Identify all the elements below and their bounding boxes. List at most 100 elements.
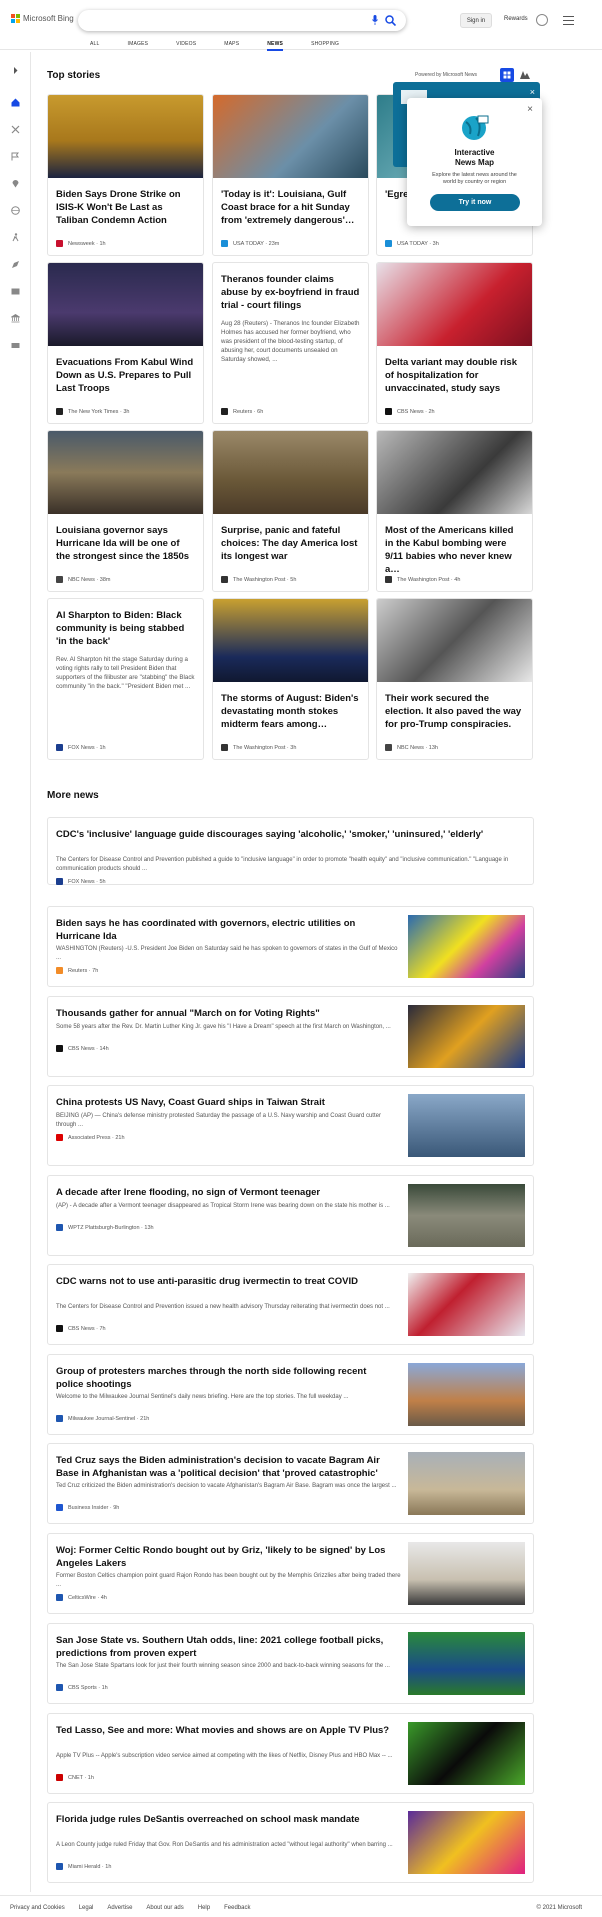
rewards-trophy-icon[interactable] [536,14,548,26]
more-news-item[interactable]: China protests US Navy, Coast Guard ship… [47,1085,534,1166]
news-thumbnail[interactable] [408,1184,525,1247]
expand-chevron-icon[interactable] [11,66,20,75]
more-news-item[interactable]: Ted Lasso, See and more: What movies and… [47,1713,534,1794]
tab-videos[interactable]: VIDEOS [176,41,196,47]
news-thumbnail[interactable] [408,1363,525,1426]
story-title[interactable]: Biden Says Drone Strike on ISIS-K Won't … [48,188,203,227]
try-it-now-button[interactable]: Try it now [430,194,520,211]
tab-news[interactable]: NEWS [267,41,283,51]
story-title[interactable]: Surprise, panic and fateful choices: The… [213,524,368,563]
search-input[interactable] [78,10,406,31]
more-news-item[interactable]: Florida judge rules DeSantis overreached… [47,1802,534,1883]
entertainment-icon[interactable] [11,287,20,296]
news-title[interactable]: Florida judge rules DeSantis overreached… [56,1813,396,1826]
rewards-link[interactable]: Rewards [504,16,528,22]
tab-images[interactable]: IMAGES [128,41,149,47]
story-thumbnail[interactable] [48,263,203,346]
top-story-card[interactable]: 'Today is it': Louisiana, Gulf Coast bra… [212,94,369,256]
flag-icon[interactable] [11,152,20,161]
news-title[interactable]: San Jose State vs. Southern Utah odds, l… [56,1634,396,1660]
footer-link-help[interactable]: Help [198,1905,210,1911]
news-title[interactable]: Ted Lasso, See and more: What movies and… [56,1724,396,1737]
home-icon[interactable] [11,98,20,107]
news-thumbnail[interactable] [408,915,525,978]
story-title[interactable]: Al Sharpton to Biden: Black community is… [48,609,203,648]
story-title[interactable]: Delta variant may double risk of hospita… [377,356,532,395]
top-story-card[interactable]: The storms of August: Biden's devastatin… [212,598,369,760]
search-icon[interactable] [385,15,396,26]
news-title[interactable]: Group of protesters marches through the … [56,1365,396,1391]
rocket-icon[interactable] [11,260,20,269]
sign-in-button[interactable]: Sign in [460,13,492,28]
story-thumbnail[interactable] [213,95,368,178]
money-icon[interactable] [11,341,20,350]
footer-link-legal[interactable]: Legal [79,1905,94,1911]
close-popup-icon[interactable]: × [527,104,533,115]
more-news-item[interactable]: Ted Cruz says the Biden administration's… [47,1443,534,1524]
news-thumbnail[interactable] [408,1452,525,1515]
footer-link-feedback[interactable]: Feedback [224,1905,250,1911]
top-story-card[interactable]: Evacuations From Kabul Wind Down as U.S.… [47,262,204,424]
tab-shopping[interactable]: SHOPPING [311,41,339,47]
story-title[interactable]: Evacuations From Kabul Wind Down as U.S.… [48,356,203,395]
tools-icon[interactable] [11,125,20,134]
more-news-item[interactable]: A decade after Irene flooding, no sign o… [47,1175,534,1256]
bing-logo[interactable]: Microsoft Bing [11,14,74,23]
top-story-card[interactable]: Louisiana governor says Hurricane Ida wi… [47,430,204,592]
top-story-card[interactable]: Theranos founder claims abuse by ex-boyf… [212,262,369,424]
footer-link-privacy[interactable]: Privacy and Cookies [10,1905,65,1911]
microphone-icon[interactable] [372,15,378,25]
more-news-item[interactable]: CDC warns not to use anti-parasitic drug… [47,1264,534,1345]
news-title[interactable]: Woj: Former Celtic Rondo bought out by G… [56,1544,396,1570]
news-title[interactable]: Biden says he has coordinated with gover… [56,917,396,943]
news-title[interactable]: A decade after Irene flooding, no sign o… [56,1186,396,1199]
tab-all[interactable]: ALL [90,41,100,47]
story-title[interactable]: 'Today is it': Louisiana, Gulf Coast bra… [213,188,368,227]
news-thumbnail[interactable] [408,1811,525,1874]
story-title[interactable]: Theranos founder claims abuse by ex-boyf… [213,273,368,312]
story-title[interactable]: The storms of August: Biden's devastatin… [213,692,368,731]
more-news-item[interactable]: CDC's 'inclusive' language guide discour… [47,817,534,885]
news-thumbnail[interactable] [408,1273,525,1336]
globe-icon[interactable] [11,206,20,215]
top-story-card[interactable]: Their work secured the election. It also… [376,598,533,760]
bank-icon[interactable] [11,314,20,323]
story-thumbnail[interactable] [213,599,368,682]
news-title[interactable]: CDC warns not to use anti-parasitic drug… [56,1275,396,1288]
more-news-item[interactable]: Woj: Former Celtic Rondo bought out by G… [47,1533,534,1614]
map-view-icon[interactable] [518,68,532,82]
footer-link-advertise[interactable]: Advertise [107,1905,132,1911]
more-news-item[interactable]: Group of protesters marches through the … [47,1354,534,1435]
story-title[interactable]: Louisiana governor says Hurricane Ida wi… [48,524,203,563]
news-thumbnail[interactable] [408,1722,525,1785]
story-title[interactable]: Most of the Americans killed in the Kabu… [377,524,532,576]
news-title[interactable]: Ted Cruz says the Biden administration's… [56,1454,396,1480]
story-thumbnail[interactable] [48,95,203,178]
news-thumbnail[interactable] [408,1005,525,1068]
more-news-item[interactable]: San Jose State vs. Southern Utah odds, l… [47,1623,534,1704]
footer-link-about-ads[interactable]: About our ads [146,1905,183,1911]
tab-maps[interactable]: MAPS [224,41,239,47]
top-story-card[interactable]: Delta variant may double risk of hospita… [376,262,533,424]
news-thumbnail[interactable] [408,1542,525,1605]
story-thumbnail[interactable] [48,431,203,514]
news-thumbnail[interactable] [408,1094,525,1157]
story-thumbnail[interactable] [377,599,532,682]
story-thumbnail[interactable] [377,263,532,346]
hamburger-menu-icon[interactable] [563,16,574,25]
location-pin-icon[interactable] [11,179,20,188]
grid-view-icon[interactable] [500,68,514,82]
news-title[interactable]: China protests US Navy, Coast Guard ship… [56,1096,396,1109]
close-banner-icon[interactable]: × [530,87,535,97]
top-story-card[interactable]: Biden Says Drone Strike on ISIS-K Won't … [47,94,204,256]
news-thumbnail[interactable] [408,1632,525,1695]
story-thumbnail[interactable] [377,431,532,514]
news-title[interactable]: CDC's 'inclusive' language guide discour… [56,828,516,841]
top-story-card[interactable]: Surprise, panic and fateful choices: The… [212,430,369,592]
top-story-card[interactable]: Al Sharpton to Biden: Black community is… [47,598,204,760]
running-icon[interactable] [11,233,20,242]
top-story-card[interactable]: Most of the Americans killed in the Kabu… [376,430,533,592]
more-news-item[interactable]: Biden says he has coordinated with gover… [47,906,534,987]
story-thumbnail[interactable] [213,431,368,514]
news-title[interactable]: Thousands gather for annual "March on fo… [56,1007,396,1020]
